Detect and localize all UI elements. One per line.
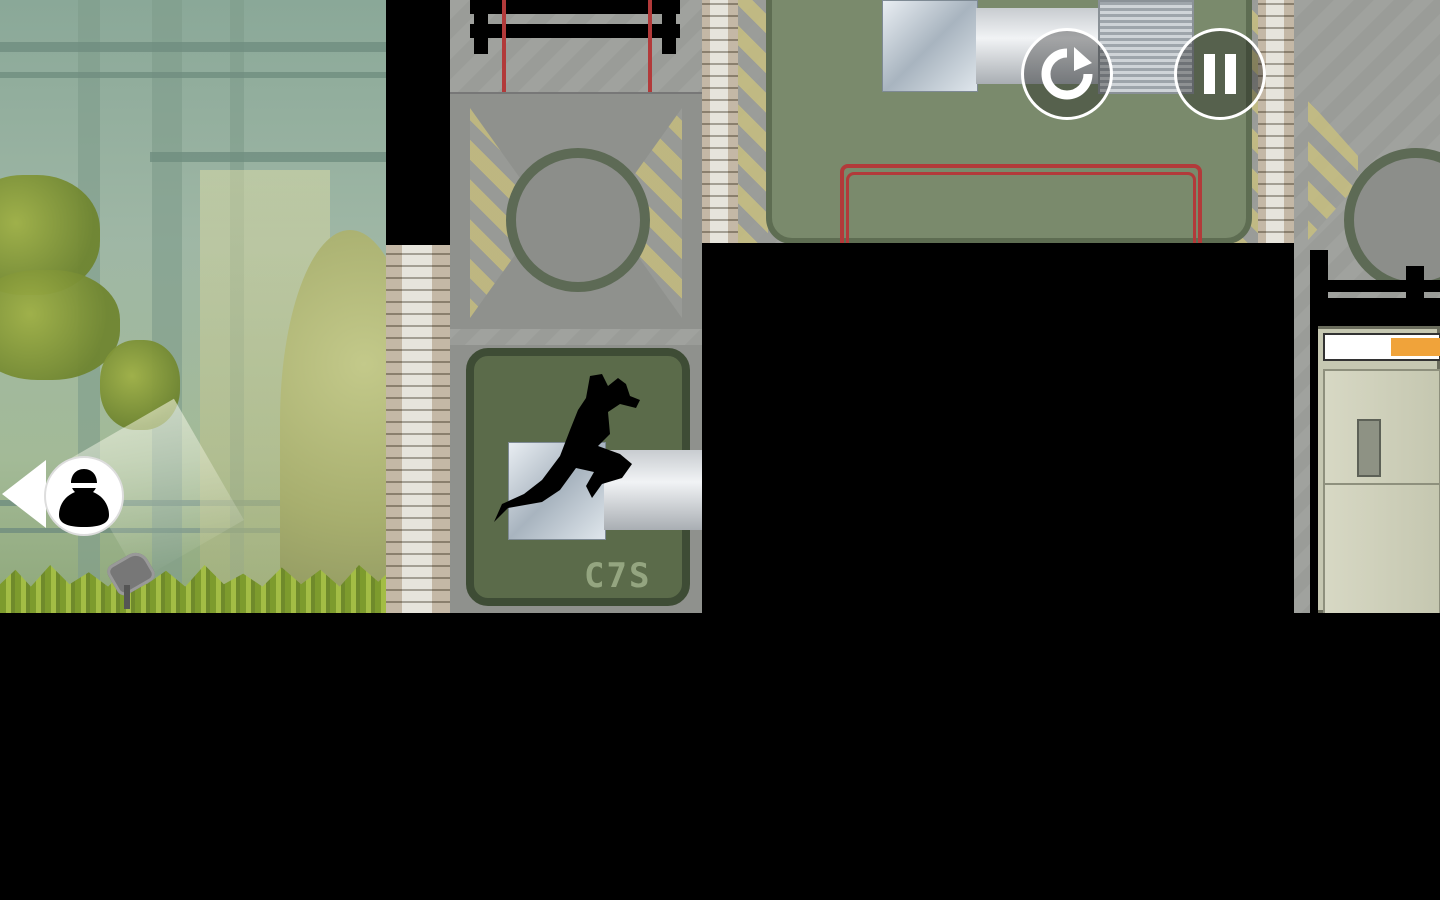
floor-hatch (506, 148, 650, 292)
scaffold-leg (662, 0, 676, 54)
void-block (702, 243, 1294, 613)
steel-box (882, 0, 978, 92)
restart-button[interactable] (1021, 28, 1113, 120)
brick-wall (1258, 0, 1294, 243)
pause-icon (1204, 54, 1236, 94)
brick-wall-inner (710, 0, 728, 243)
switch-arrow-icon[interactable] (2, 460, 46, 528)
door-light (1391, 338, 1440, 356)
game-scene: C7S (0, 0, 1440, 900)
player-silhouette (494, 374, 640, 522)
ninja-head-icon (59, 469, 109, 527)
door-frame (1314, 326, 1440, 615)
brick-wall-inner (1266, 0, 1284, 243)
door-seam (1325, 483, 1440, 485)
level-stencil-text: C7S (584, 556, 652, 596)
door-keypad[interactable] (1357, 419, 1381, 477)
door-indicator-panel (1323, 333, 1440, 361)
brick-wall-inner (402, 245, 432, 613)
brick-wall (702, 0, 738, 243)
red-railing (846, 172, 1196, 244)
door-post (1310, 326, 1318, 613)
exit-door[interactable] (1323, 369, 1440, 615)
brick-wall (386, 245, 450, 613)
hazard-marking (738, 0, 768, 243)
crate-stencil: C7S (584, 556, 651, 596)
pause-button[interactable] (1174, 28, 1266, 120)
void-floor (0, 613, 1440, 900)
factory-pipe (150, 152, 386, 162)
metal-floor-right (1294, 0, 1440, 615)
restart-icon (1041, 47, 1093, 100)
scaffold-leg (1310, 250, 1328, 300)
scaffold-bar (1310, 280, 1440, 292)
scaffold-leg (474, 0, 488, 54)
metal-floor-room (738, 0, 1258, 244)
void-block (386, 0, 450, 245)
factory-pipe (0, 72, 386, 78)
floor-hatch (1344, 148, 1440, 292)
factory-pipe (0, 42, 386, 52)
character-button[interactable] (44, 456, 124, 536)
scaffold-top (1310, 298, 1440, 326)
spotlight-stand (124, 585, 130, 609)
